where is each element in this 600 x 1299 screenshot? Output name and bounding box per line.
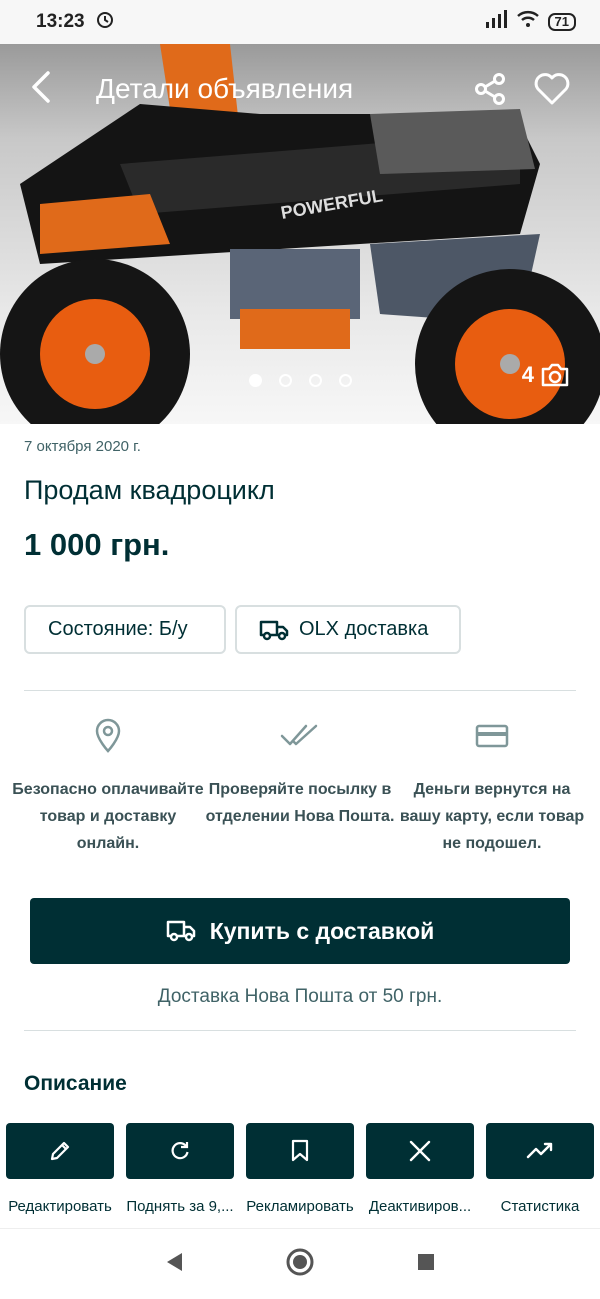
benefit-item: Деньги вернутся на вашу карту, если това… xyxy=(396,712,588,857)
action-label: Поднять за 9,... xyxy=(126,1198,234,1215)
olx-delivery-chip[interactable]: OLX доставка xyxy=(235,605,461,654)
action-label: Статистика xyxy=(500,1198,580,1215)
benefit-text: Безопасно оплачивайте товар и доставку о… xyxy=(12,781,204,852)
promote-action[interactable]: Рекламировать xyxy=(240,1123,360,1228)
truck-icon xyxy=(259,620,289,640)
buy-with-delivery-button[interactable]: Купить с доставкой xyxy=(30,898,570,964)
favorite-button[interactable] xyxy=(528,65,576,113)
page-title: Детали объявления xyxy=(96,73,354,104)
top-app-bar: Детали объявления xyxy=(0,44,600,134)
edit-action[interactable]: Редактировать xyxy=(0,1123,120,1228)
description-heading: Описание xyxy=(24,1072,127,1095)
photo-gallery[interactable]: POWERFUL Детали объявления 4 xyxy=(0,44,600,424)
ad-price: 1 000 грн. xyxy=(24,527,170,562)
deactivate-action[interactable]: Деактивиров... xyxy=(360,1123,480,1228)
benefit-item: Безопасно оплачивайте товар и доставку о… xyxy=(12,712,204,857)
share-icon xyxy=(475,73,505,105)
location-pin-icon xyxy=(95,718,121,753)
action-label: Деактивиров... xyxy=(368,1198,472,1215)
share-button[interactable] xyxy=(466,65,514,113)
truck-icon xyxy=(166,920,195,942)
bookmark-icon xyxy=(291,1139,309,1162)
photo-count: 4 xyxy=(522,362,570,388)
battery-indicator: 71 xyxy=(547,13,576,31)
statistics-action[interactable]: Статистика xyxy=(480,1123,600,1228)
recents-square-icon xyxy=(418,1253,434,1270)
benefit-item: Проверяйте посылку в отделении Нова Пошт… xyxy=(204,712,396,857)
status-time: 13:23 xyxy=(36,11,85,32)
bump-action[interactable]: Поднять за 9,... xyxy=(120,1123,240,1228)
benefit-text: Деньги вернутся на вашу карту, если това… xyxy=(399,781,585,852)
divider xyxy=(24,690,576,691)
gallery-pagination xyxy=(0,374,600,387)
pencil-icon xyxy=(50,1141,70,1161)
heart-icon xyxy=(534,73,570,105)
edit-button[interactable] xyxy=(6,1123,114,1179)
delivery-label: OLX доставка xyxy=(299,618,429,640)
alarm-icon xyxy=(95,9,115,35)
benefit-text: Проверяйте посылку в отделении Нова Пошт… xyxy=(205,781,395,825)
statistics-button[interactable] xyxy=(486,1123,594,1179)
condition-label: Состояние: Б/у xyxy=(48,618,188,640)
ad-chips: Состояние: Б/у OLX доставка xyxy=(24,605,461,654)
pagination-dot[interactable] xyxy=(338,374,352,387)
system-navigation-bar xyxy=(0,1228,600,1299)
owner-actions-bar: Редактировать Поднять за 9,... Рекламиро… xyxy=(0,1123,600,1228)
bump-button[interactable] xyxy=(126,1123,234,1179)
ad-date: 7 октября 2020 г. xyxy=(24,438,141,455)
action-label: Редактировать xyxy=(8,1198,112,1215)
card-icon xyxy=(475,724,509,748)
pagination-dot[interactable] xyxy=(278,374,292,387)
nav-home-button[interactable] xyxy=(285,1247,315,1282)
camera-icon xyxy=(541,363,569,387)
delivery-benefits: Безопасно оплачивайте товар и доставку о… xyxy=(12,712,588,857)
back-button[interactable] xyxy=(28,69,56,110)
status-bar: 13:23 71 xyxy=(0,0,600,44)
deactivate-button[interactable] xyxy=(366,1123,474,1179)
double-check-icon xyxy=(280,724,318,746)
pagination-dot[interactable] xyxy=(308,374,322,387)
buy-button-label: Купить с доставкой xyxy=(209,917,435,944)
pagination-dot[interactable] xyxy=(248,374,262,387)
refresh-icon xyxy=(171,1142,189,1160)
nav-back-button[interactable] xyxy=(163,1250,185,1279)
delivery-price-note: Доставка Нова Пошта от 50 грн. xyxy=(157,986,443,1007)
condition-chip[interactable]: Состояние: Б/у xyxy=(24,605,226,654)
close-icon xyxy=(409,1140,431,1162)
photo-count-value: 4 xyxy=(521,362,534,387)
wifi-icon xyxy=(516,10,540,34)
ad-title: Продам квадроцикл xyxy=(24,475,275,505)
action-label: Рекламировать xyxy=(246,1198,354,1215)
trend-icon xyxy=(526,1142,553,1159)
signal-icon xyxy=(484,10,508,34)
back-triangle-icon xyxy=(167,1252,182,1271)
promote-button[interactable] xyxy=(246,1123,354,1179)
divider xyxy=(24,1030,576,1031)
nav-recents-button[interactable] xyxy=(415,1251,437,1278)
home-circle-icon xyxy=(286,1248,314,1275)
